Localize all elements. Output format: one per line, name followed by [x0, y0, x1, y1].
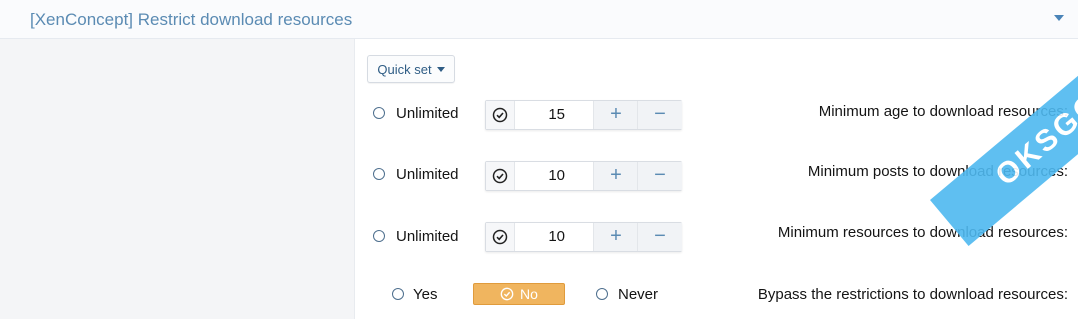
min-resources-unlimited-radio[interactable] — [373, 230, 385, 242]
min-resources-decrement-button[interactable]: − — [637, 223, 682, 251]
section-title: [XenConcept] Restrict download resources — [30, 10, 353, 29]
min-resources-unlimited-label[interactable]: Unlimited — [396, 228, 459, 245]
section-header[interactable]: [XenConcept] Restrict download resources — [0, 0, 1078, 39]
bypass-yes-label[interactable]: Yes — [413, 286, 437, 303]
bypass-never-radio[interactable] — [596, 288, 608, 300]
check-circle-icon — [492, 229, 508, 245]
min-resources-stepper: 10 + − — [485, 222, 682, 252]
min-age-check-toggle[interactable] — [486, 101, 515, 129]
quick-set-button[interactable]: Quick set — [367, 55, 455, 83]
min-resources-increment-button[interactable]: + — [593, 223, 638, 251]
bypass-yes-radio[interactable] — [392, 288, 404, 300]
min-resources-label: Minimum resources to download resources: — [777, 224, 1068, 241]
dropdown-caret-icon — [436, 66, 445, 72]
check-circle-icon — [492, 168, 508, 184]
min-age-unlimited-label[interactable]: Unlimited — [396, 105, 459, 122]
check-circle-icon — [492, 107, 508, 123]
collapse-caret-icon[interactable] — [1054, 15, 1064, 21]
min-age-increment-button[interactable]: + — [593, 101, 638, 129]
bypass-no-label: No — [520, 286, 538, 302]
bypass-label: Bypass the restrictions to download reso… — [757, 286, 1068, 303]
min-age-unlimited-radio[interactable] — [373, 107, 385, 119]
min-resources-check-toggle[interactable] — [486, 223, 515, 251]
min-posts-stepper: 10 + − — [485, 161, 682, 191]
min-posts-unlimited-radio[interactable] — [373, 168, 385, 180]
min-posts-value-input[interactable]: 10 — [515, 162, 571, 190]
min-posts-decrement-button[interactable]: − — [637, 162, 682, 190]
min-resources-value-input[interactable]: 10 — [515, 223, 571, 251]
min-posts-check-toggle[interactable] — [486, 162, 515, 190]
bypass-no-option-selected[interactable]: No — [473, 283, 565, 305]
min-posts-increment-button[interactable]: + — [593, 162, 638, 190]
bypass-never-label[interactable]: Never — [618, 286, 658, 303]
label-column — [0, 39, 355, 319]
oksgo-watermark: OKSGO — [930, 32, 1078, 246]
min-age-stepper: 15 + − — [485, 100, 682, 130]
check-circle-icon — [500, 287, 514, 301]
min-age-value-input[interactable]: 15 — [515, 101, 571, 129]
min-age-decrement-button[interactable]: − — [637, 101, 682, 129]
min-posts-unlimited-label[interactable]: Unlimited — [396, 166, 459, 183]
quick-set-label: Quick set — [377, 61, 432, 77]
